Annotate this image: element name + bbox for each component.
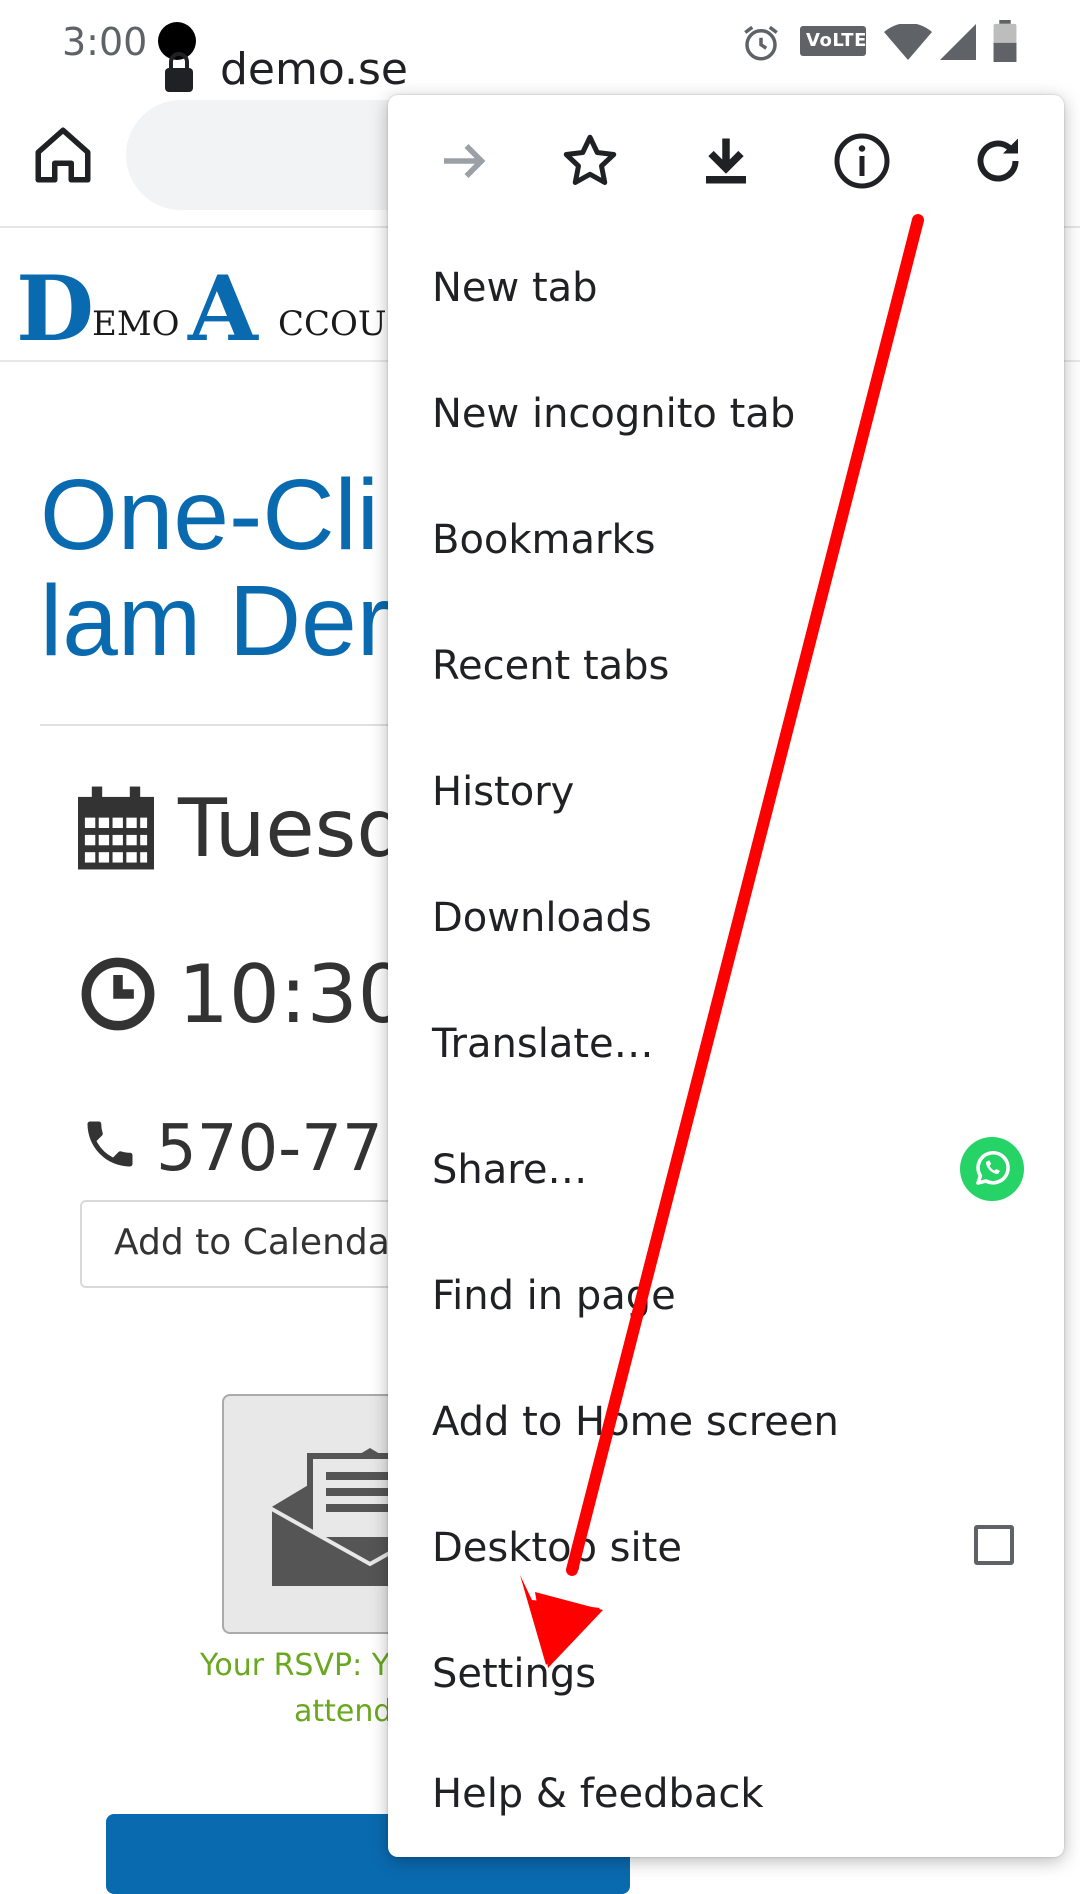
menu-item-label: Recent tabs xyxy=(432,643,670,689)
status-time: 3:00 xyxy=(62,20,148,64)
menu-item-label: History xyxy=(432,769,575,815)
desktop-site-checkbox[interactable] xyxy=(974,1525,1014,1565)
menu-item-label: Add to Home screen xyxy=(432,1399,839,1445)
menu-item-recent-tabs[interactable]: Recent tabs xyxy=(388,603,1064,729)
menu-item-label: Share… xyxy=(432,1147,588,1193)
logo-letter-d: D xyxy=(16,256,95,362)
menu-item-downloads[interactable]: Downloads xyxy=(388,855,1064,981)
menu-item-share[interactable]: Share… xyxy=(388,1107,1064,1233)
menu-item-label: New incognito tab xyxy=(432,391,796,437)
menu-item-label: New tab xyxy=(432,265,598,311)
site-logo: D EMO A CCOUN xyxy=(16,256,436,362)
signal-icon xyxy=(940,24,976,60)
wifi-icon xyxy=(884,24,932,60)
rsvp-status-line-1: Your RSVP: Y xyxy=(200,1648,391,1683)
logo-letter-a: A xyxy=(188,256,258,362)
menu-item-desktop-site[interactable]: Desktop site xyxy=(388,1485,1064,1611)
page-title-line-1: One-Cli xyxy=(40,459,379,571)
menu-item-find-in-page[interactable]: Find in page xyxy=(388,1233,1064,1359)
menu-item-add-to-home-screen[interactable]: Add to Home screen xyxy=(388,1359,1064,1485)
alarm-icon xyxy=(744,25,778,61)
menu-item-label: Desktop site xyxy=(432,1525,682,1571)
page-title-line-2: lam Der xyxy=(40,565,391,677)
logo-text-emo: EMO xyxy=(92,304,180,344)
menu-item-label: Settings xyxy=(432,1651,597,1697)
event-time: 10:30 xyxy=(178,948,409,1041)
browser-overflow-menu: New tab New incognito tab Bookmarks Rece… xyxy=(388,95,1064,1857)
event-phone[interactable]: 570-777 xyxy=(156,1112,423,1186)
star-icon[interactable] xyxy=(560,131,620,191)
rsvp-status-line-2: attend xyxy=(294,1694,393,1729)
event-date: Tuesd xyxy=(178,782,408,875)
clock-icon xyxy=(81,957,155,1031)
add-to-calendar-label: Add to Calendar xyxy=(114,1222,405,1263)
menu-item-label: Bookmarks xyxy=(432,517,656,563)
menu-item-label: Translate… xyxy=(432,1021,654,1067)
menu-item-label: Find in page xyxy=(432,1273,676,1319)
menu-item-settings[interactable]: Settings xyxy=(388,1611,1064,1737)
lock-icon xyxy=(165,52,193,92)
reload-icon[interactable] xyxy=(968,131,1028,191)
info-icon[interactable] xyxy=(832,131,892,191)
battery-icon xyxy=(993,20,1017,62)
volte-label: VoLTE xyxy=(806,30,867,51)
volte-icon: VoLTE xyxy=(800,26,866,56)
url-text[interactable]: demo.se xyxy=(220,44,408,95)
whatsapp-icon[interactable] xyxy=(960,1137,1024,1201)
phone-icon xyxy=(87,1121,133,1167)
menu-item-new-tab[interactable]: New tab xyxy=(388,225,1064,351)
calendar-icon xyxy=(78,786,154,870)
download-icon[interactable] xyxy=(696,131,756,191)
forward-icon[interactable] xyxy=(434,131,494,191)
menu-item-history[interactable]: History xyxy=(388,729,1064,855)
menu-icon-row xyxy=(388,95,1064,225)
menu-item-help-feedback[interactable]: Help & feedback xyxy=(388,1731,1064,1857)
menu-item-label: Downloads xyxy=(432,895,652,941)
menu-item-new-incognito-tab[interactable]: New incognito tab xyxy=(388,351,1064,477)
menu-item-label: Help & feedback xyxy=(432,1771,764,1817)
menu-item-bookmarks[interactable]: Bookmarks xyxy=(388,477,1064,603)
home-icon[interactable] xyxy=(30,122,96,188)
menu-item-translate[interactable]: Translate… xyxy=(388,981,1064,1107)
